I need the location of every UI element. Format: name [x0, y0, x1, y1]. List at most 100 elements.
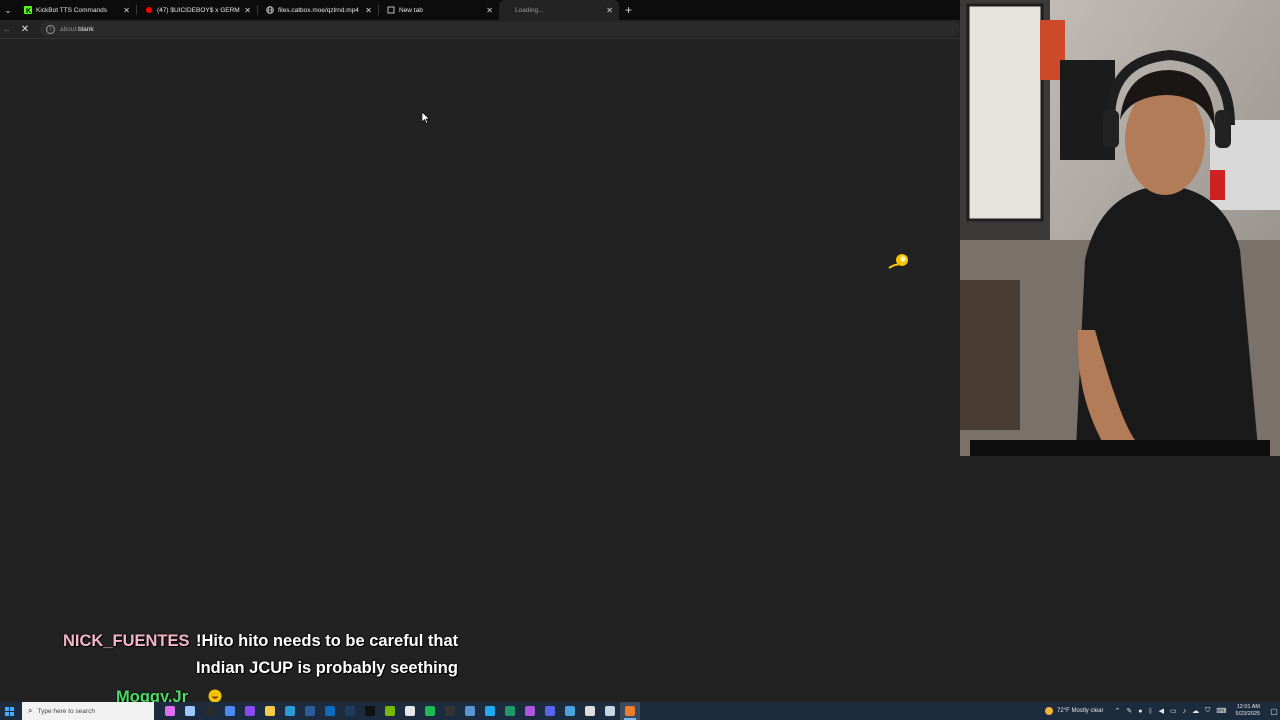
search-icon: ⌕ [28, 706, 33, 715]
onedrive-icon[interactable]: ☁ [1192, 707, 1199, 715]
vpn-icon[interactable] [340, 702, 360, 720]
chat-message-line: !Hito hito needs to be careful that [196, 632, 459, 650]
shield-icon[interactable]: ⛉ [1205, 707, 1210, 715]
mouse-cursor-icon [421, 111, 431, 129]
browser-toolbar: ← ✕ i about: blank [0, 20, 960, 39]
svg-text:K: K [26, 8, 31, 14]
nvidia-icon-glyph [385, 706, 395, 716]
taskbar-search-box[interactable]: ⌕ Type here to search [22, 702, 154, 720]
github-icon-glyph [405, 706, 415, 716]
vpn-icon-glyph [345, 706, 355, 716]
tab-title: KickBot TTS Commands [36, 6, 108, 14]
taskbar-clock[interactable]: 12:01 AM 5/23/2025 [1236, 704, 1260, 718]
browser-icon-glyph [245, 706, 255, 716]
chrome-icon[interactable] [220, 702, 240, 720]
vscode-icon[interactable] [480, 702, 500, 720]
pen-icon[interactable]: ✎ [1126, 707, 1132, 715]
address-bar[interactable]: i about: blank [40, 22, 960, 36]
new-tab-plus-icon[interactable]: + [625, 3, 632, 17]
purple-app-icon-glyph [525, 706, 535, 716]
paint-icon[interactable] [620, 702, 640, 720]
bluetooth-icon[interactable]: ᛒ [1148, 708, 1152, 715]
taskbar-app-list [160, 702, 640, 720]
steam-icon[interactable] [600, 702, 620, 720]
volume-icon[interactable]: ♪ [1183, 708, 1187, 715]
microphone-icon[interactable]: ● [1138, 708, 1142, 715]
audio-playing-icon [145, 6, 153, 14]
app-icon[interactable] [300, 702, 320, 720]
spotify-icon-glyph [425, 706, 435, 716]
tab-title: (47) $UICIDEBOY$ x GERM - CENTER [157, 6, 240, 14]
stop-loading-icon[interactable]: ✕ [18, 24, 32, 35]
clock-date: 5/23/2025 [1235, 711, 1260, 717]
chat-message: !Hito hito needs to be careful that Indi… [196, 628, 516, 682]
kick-favicon-icon: K [24, 6, 32, 14]
tab-youtube[interactable]: (47) $UICIDEBOY$ x GERM - CENTER ✕ [137, 0, 257, 20]
tab-kickbot[interactable]: K KickBot TTS Commands ✕ [16, 0, 136, 20]
globe-icon [266, 6, 274, 14]
obs-studio-icon-glyph [585, 706, 595, 716]
weather-text: 72°F Mostly clear [1057, 708, 1104, 714]
nvidia-icon[interactable] [380, 702, 400, 720]
weather-widget[interactable]: 72°F Mostly clear [1045, 707, 1103, 715]
notification-icon[interactable]: ▢ [1268, 707, 1280, 716]
photos-icon-glyph [565, 706, 575, 716]
tab-close-icon[interactable]: ✕ [486, 6, 493, 15]
url-scheme: about: [60, 25, 79, 33]
purple-app-icon[interactable] [520, 702, 540, 720]
spotify-icon[interactable] [420, 702, 440, 720]
discord-icon-glyph [545, 706, 555, 716]
network-icon[interactable]: ▭ [1170, 707, 1177, 715]
tab-loading[interactable]: Loading... ✕ [499, 0, 619, 20]
file-explorer-icon-glyph [265, 706, 275, 716]
page-icon [387, 6, 395, 14]
terminal-icon[interactable] [360, 702, 380, 720]
edge-icon-glyph [285, 706, 295, 716]
edge-alt-icon[interactable] [500, 702, 520, 720]
tab-close-icon[interactable]: ✕ [365, 6, 372, 15]
windows-start-icon[interactable] [0, 702, 18, 720]
obs-studio-icon[interactable] [580, 702, 600, 720]
app-icon-glyph [305, 706, 315, 716]
tab-title: Loading... [515, 6, 544, 14]
tab-new-tab[interactable]: New tab ✕ [379, 0, 499, 20]
mail-icon-glyph [325, 706, 335, 716]
language-icon[interactable]: ⌨ [1216, 707, 1226, 715]
tab-close-icon[interactable]: ✕ [244, 6, 251, 15]
obs-icon-glyph [205, 706, 215, 716]
url-host: blank [78, 25, 94, 33]
file-explorer-icon[interactable] [260, 702, 280, 720]
back-arrow-icon[interactable]: ← [0, 24, 14, 34]
system-tray: 72°F Mostly clear ⌃ ✎ ● ᛒ ◀ ▭ ♪ ☁ ⛉ ⌨ 12… [1045, 702, 1280, 720]
chevron-up-icon[interactable]: ⌃ [1114, 707, 1120, 715]
tab-close-icon[interactable]: ✕ [606, 6, 613, 15]
copilot-icon[interactable] [160, 702, 180, 720]
search-placeholder: Type here to search [37, 707, 95, 715]
task-view-icon-glyph [185, 706, 195, 716]
chat-username: NICK_FUENTES [63, 632, 190, 650]
obs-icon[interactable] [200, 702, 220, 720]
clock-time: 12:01 AM [1236, 704, 1260, 710]
mail-icon[interactable] [320, 702, 340, 720]
tab-close-icon[interactable]: ✕ [123, 6, 130, 15]
tab-search-chevron-icon[interactable]: ⌄ [0, 0, 16, 20]
webcam-feed [960, 0, 1280, 456]
info-icon[interactable]: i [46, 24, 55, 34]
photos-icon[interactable] [560, 702, 580, 720]
github-icon[interactable] [400, 702, 420, 720]
browser-icon[interactable] [240, 702, 260, 720]
discord-icon[interactable] [540, 702, 560, 720]
steam-icon-glyph [605, 706, 615, 716]
speaker-icon[interactable]: ◀ [1159, 707, 1164, 715]
task-view-icon[interactable] [180, 702, 200, 720]
terminal-icon-glyph [365, 706, 375, 716]
emoji-sticker-icon [887, 250, 913, 277]
notepad-icon-glyph [465, 706, 475, 716]
chat-message-line: Indian JCUP is probably seething [196, 659, 458, 677]
notepad-icon[interactable] [460, 702, 480, 720]
epic-icon[interactable] [440, 702, 460, 720]
browser-tab-strip: ⌄ K KickBot TTS Commands ✕ (47) $UICIDEB… [0, 0, 960, 20]
edge-icon[interactable] [280, 702, 300, 720]
tab-catbox[interactable]: files.catbox.moe/qzlrnd.mp4 ✕ [258, 0, 378, 20]
tab-title: files.catbox.moe/qzlrnd.mp4 [278, 6, 359, 14]
